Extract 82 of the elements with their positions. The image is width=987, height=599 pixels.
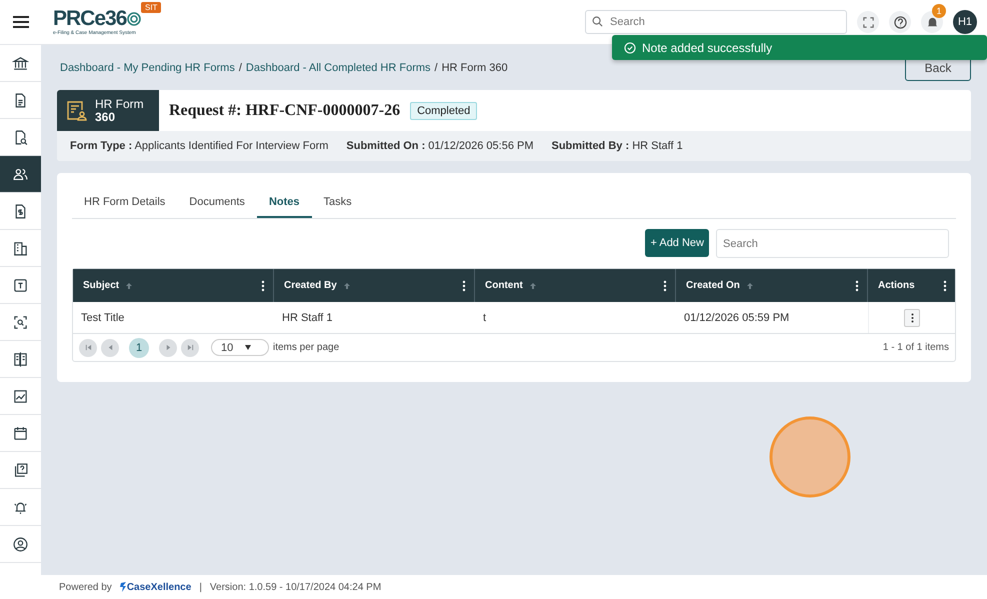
breadcrumb-link[interactable]: Dashboard - My Pending HR Forms: [60, 62, 235, 74]
meta-field: Submitted By : HR Staff 1: [552, 140, 683, 152]
scan-icon: [12, 314, 29, 330]
menu-icon[interactable]: [12, 15, 28, 29]
bank-icon: [12, 54, 29, 72]
tab[interactable]: Documents: [177, 189, 257, 218]
caret-icon: [245, 345, 252, 350]
column-menu-icon[interactable]: [462, 280, 466, 292]
form-badge-number: 360: [95, 110, 116, 124]
column-menu-icon[interactable]: [663, 280, 667, 292]
sidebar-item[interactable]: [0, 156, 41, 193]
previous-page-button[interactable]: [101, 338, 119, 356]
status-badge: Completed: [410, 102, 478, 120]
row-actions-button[interactable]: [904, 308, 920, 326]
page-size-dropdown[interactable]: 10: [211, 339, 269, 356]
last-page-button[interactable]: [181, 338, 199, 356]
chart-icon: [12, 388, 29, 404]
next-page-button[interactable]: [159, 338, 177, 356]
first-page-icon: [84, 344, 92, 351]
meta-field: Submitted On : 01/12/2026 05:56 PM: [346, 140, 534, 152]
page-button[interactable]: 1: [129, 338, 149, 358]
more-icon: [910, 312, 914, 322]
environment-badge: SIT: [141, 2, 162, 13]
breadcrumb-current: HR Form 360: [442, 62, 508, 74]
tab[interactable]: Notes: [256, 189, 312, 218]
column-menu-icon[interactable]: [943, 280, 947, 292]
sort-arrow-icon[interactable]: [746, 282, 754, 290]
notes-search-field[interactable]: Search: [716, 229, 949, 258]
breadcrumb-link[interactable]: Dashboard - All Completed HR Forms: [246, 62, 431, 74]
breadcrumb-separator: /: [238, 62, 242, 74]
column-header[interactable]: Content: [485, 280, 523, 291]
first-page-button[interactable]: [79, 338, 97, 356]
book-icon: [12, 350, 29, 368]
request-title: Request #: HRF-CNF-0000007-26: [169, 102, 400, 120]
column-header[interactable]: Actions: [878, 280, 915, 291]
previous-icon: [106, 344, 114, 351]
help-icon: [894, 16, 906, 28]
profile-icon: [12, 536, 29, 552]
help-button[interactable]: [889, 11, 911, 33]
page-size-label: items per page: [273, 342, 340, 353]
bell-icon: [926, 16, 938, 28]
powered-by-text: Powered by: [59, 582, 112, 592]
last-page-icon: [186, 344, 194, 351]
help-cards-icon: [12, 462, 29, 478]
table-cell: 01/12/2026 05:59 PM: [684, 312, 790, 324]
expand-icon: [862, 16, 874, 28]
user-avatar[interactable]: H1: [953, 10, 977, 34]
next-icon: [164, 344, 172, 351]
form-badge-title: HR Form: [95, 98, 144, 110]
sort-arrow-icon[interactable]: [342, 282, 351, 290]
calendar-icon: [12, 424, 29, 442]
version-text: Version: 1.0.59 - 10/17/2024 04:24 PM: [210, 582, 382, 592]
logo-text: PRCe36: [53, 8, 126, 30]
table-cell: HR Staff 1: [282, 312, 333, 324]
sort-arrow-icon[interactable]: [528, 282, 537, 290]
column-header[interactable]: Created On: [686, 280, 740, 291]
brand-logo-icon: [120, 582, 126, 592]
sort-arrow-icon[interactable]: [125, 282, 134, 290]
fullscreen-button[interactable]: [857, 11, 879, 33]
tab[interactable]: Tasks: [312, 189, 364, 218]
footer-separator: |: [199, 582, 202, 592]
building-icon: [12, 240, 29, 256]
check-circle-icon: [624, 42, 636, 54]
breadcrumb-separator: /: [434, 62, 438, 74]
column-menu-icon[interactable]: [855, 280, 859, 292]
tab[interactable]: HR Form Details: [72, 189, 178, 218]
text-box-icon: [12, 276, 29, 294]
search-icon: [592, 16, 603, 27]
meta-field: Form Type : Applicants Identified For Interview Form: [70, 140, 328, 152]
notification-count: 1: [932, 4, 946, 18]
add-new-button[interactable]: + Add New: [645, 229, 709, 257]
column-header[interactable]: Subject: [83, 280, 120, 291]
column-header[interactable]: Created By: [284, 280, 337, 291]
table-cell: Test Title: [81, 312, 124, 324]
toast-message: Note added successfully: [642, 40, 772, 54]
search-field[interactable]: Search: [585, 10, 847, 34]
target-icon: [127, 12, 142, 26]
column-menu-icon[interactable]: [261, 280, 265, 292]
table-cell: t: [483, 312, 486, 324]
certificate-icon: [65, 98, 89, 122]
pager-summary: 1 - 1 of 1 items: [882, 342, 949, 353]
brand-name: CaseXellence: [126, 582, 192, 592]
